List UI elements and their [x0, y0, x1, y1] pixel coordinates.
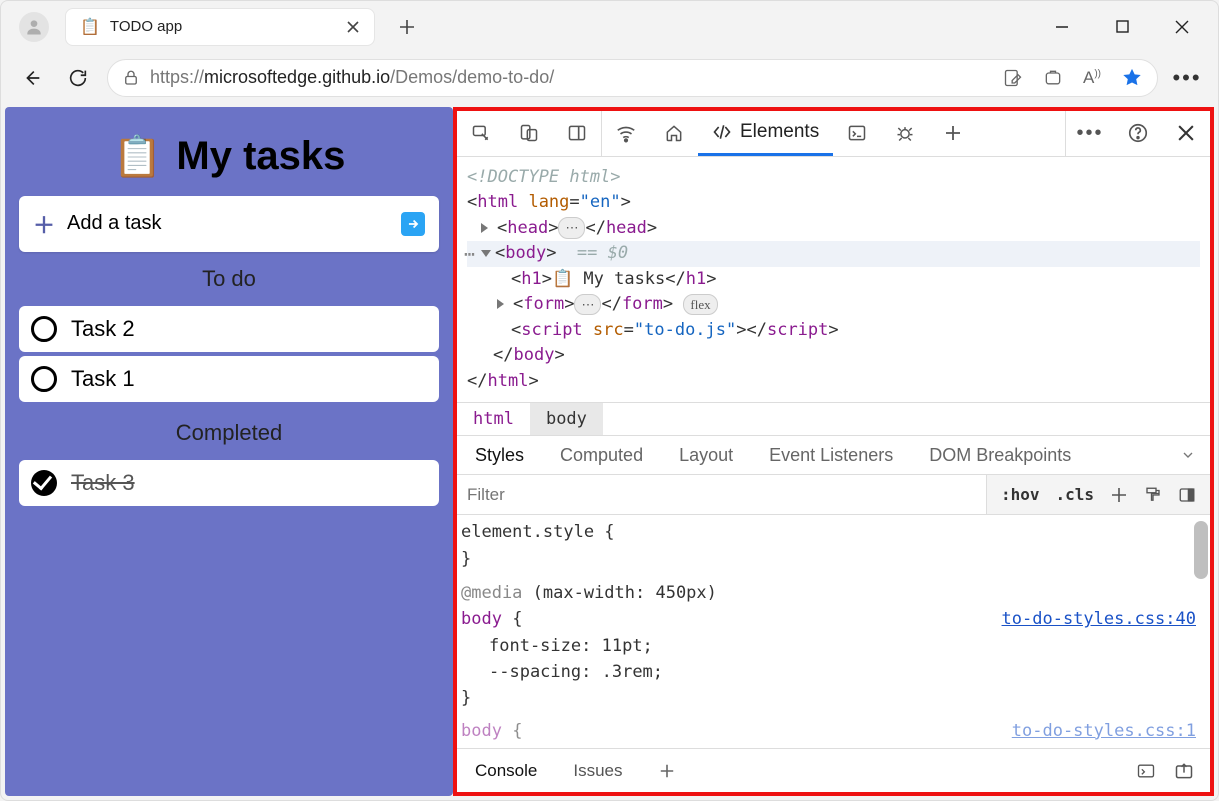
toolbar: https://microsoftedge.github.io/Demos/de…: [1, 53, 1218, 103]
issues-drawer-tab[interactable]: Issues: [555, 749, 640, 792]
help-icon[interactable]: [1114, 122, 1162, 144]
styles-filter-input[interactable]: [457, 475, 986, 514]
event-listeners-tab[interactable]: Event Listeners: [751, 436, 911, 474]
network-conditions-icon[interactable]: [602, 111, 650, 156]
activity-bar-icon[interactable]: [553, 111, 601, 156]
new-tab-button[interactable]: [389, 9, 425, 45]
address-actions: A)): [1003, 67, 1143, 89]
favorite-icon[interactable]: [1121, 67, 1143, 89]
app-title: 📋 My tasks: [19, 133, 439, 180]
layout-tab[interactable]: Layout: [661, 436, 751, 474]
close-icon[interactable]: [346, 20, 360, 34]
dom-breadcrumb: html body: [457, 402, 1210, 435]
titlebar: 📋 TODO app: [1, 1, 1218, 53]
plus-icon: ＋: [33, 208, 55, 240]
edit-page-icon[interactable]: [1003, 68, 1023, 88]
welcome-icon[interactable]: [650, 111, 698, 156]
lock-icon: [122, 69, 140, 87]
console-drawer-tab[interactable]: Console: [457, 749, 555, 792]
elements-tab[interactable]: Elements: [698, 111, 833, 156]
devtools-close-icon[interactable]: [1162, 125, 1210, 141]
devtools-tabrow: Elements •••: [457, 111, 1210, 157]
styles-tabbar: Styles Computed Layout Event Listeners D…: [457, 435, 1210, 475]
task-row[interactable]: Task 2: [19, 306, 439, 352]
computed-sidebar-icon[interactable]: [1178, 486, 1196, 504]
device-toggle-icon[interactable]: [505, 111, 553, 156]
dom-breakpoints-tab[interactable]: DOM Breakpoints: [911, 436, 1089, 474]
dom-selected-body[interactable]: <body> == $0: [467, 241, 1200, 267]
new-rule-icon[interactable]: [1110, 486, 1128, 504]
styles-filter-row: :hov .cls: [457, 475, 1210, 515]
elements-tab-label: Elements: [740, 121, 819, 143]
breadcrumb-body[interactable]: body: [530, 403, 603, 435]
todo-list: Task 2 Task 1: [19, 306, 439, 406]
browser-tab[interactable]: 📋 TODO app: [65, 8, 375, 46]
section-completed-label: Completed: [19, 420, 439, 446]
app-icon[interactable]: [1043, 68, 1063, 88]
task-row[interactable]: Task 1: [19, 356, 439, 402]
content-area: 📋 My tasks ＋ Add a task To do Task 2 Tas…: [1, 103, 1218, 800]
task-title: Task 1: [71, 366, 135, 392]
more-button[interactable]: •••: [1170, 61, 1204, 95]
task-row[interactable]: Task 3: [19, 460, 439, 506]
drawer-add-tab-icon[interactable]: [641, 749, 693, 792]
tab-title: TODO app: [110, 18, 336, 35]
console-quick-icon[interactable]: [833, 111, 881, 156]
section-todo-label: To do: [19, 266, 439, 292]
styles-tab[interactable]: Styles: [457, 436, 542, 474]
paint-format-icon[interactable]: [1144, 486, 1162, 504]
devtools-more-icon[interactable]: •••: [1066, 122, 1114, 145]
checkbox-empty-icon[interactable]: [31, 366, 57, 392]
styles-rules-pane[interactable]: element.style { } @media (max-width: 450…: [457, 515, 1210, 748]
add-task-label: Add a task: [67, 212, 162, 235]
dom-tree[interactable]: <!DOCTYPE html> <html lang="en"> <head>⋯…: [457, 157, 1210, 403]
completed-list: Task 3: [19, 460, 439, 510]
drawer-dock-icon[interactable]: [1136, 761, 1156, 781]
stylesheet-link[interactable]: to-do-styles.css:40: [1002, 606, 1196, 632]
submit-arrow-icon[interactable]: [401, 212, 425, 236]
stylesheet-link[interactable]: to-do-styles.css:1: [1012, 718, 1196, 744]
close-button[interactable]: [1172, 17, 1192, 37]
devtools-panel: Elements ••• <!DOCTYPE html> <html lang=…: [453, 107, 1214, 796]
minimize-button[interactable]: [1052, 17, 1072, 37]
styles-tools: :hov .cls: [986, 475, 1210, 514]
drawer-expand-icon[interactable]: [1174, 761, 1194, 781]
address-bar[interactable]: https://microsoftedge.github.io/Demos/de…: [107, 59, 1158, 97]
add-task-input[interactable]: ＋ Add a task: [19, 196, 439, 252]
task-title: Task 2: [71, 316, 135, 342]
tab-favicon: 📋: [80, 17, 100, 37]
todo-app: 📋 My tasks ＋ Add a task To do Task 2 Tas…: [5, 107, 453, 796]
inspect-icon[interactable]: [457, 111, 505, 156]
checkbox-checked-icon[interactable]: [31, 470, 57, 496]
refresh-button[interactable]: [61, 61, 95, 95]
sources-bug-icon[interactable]: [881, 111, 929, 156]
hov-toggle[interactable]: :hov: [1001, 485, 1040, 504]
maximize-button[interactable]: [1112, 17, 1132, 37]
computed-tab[interactable]: Computed: [542, 436, 661, 474]
clipboard-icon: 📋: [113, 133, 163, 180]
scrollbar-thumb[interactable]: [1194, 521, 1208, 579]
window-controls: [1052, 17, 1210, 37]
cls-toggle[interactable]: .cls: [1055, 485, 1094, 504]
checkbox-empty-icon[interactable]: [31, 316, 57, 342]
read-aloud-icon[interactable]: A)): [1083, 68, 1101, 88]
breadcrumb-html[interactable]: html: [457, 403, 530, 435]
profile-avatar[interactable]: [19, 12, 49, 42]
tab-strip: 📋 TODO app: [65, 8, 425, 46]
chevron-down-icon[interactable]: [1166, 436, 1210, 474]
more-tabs-plus-icon[interactable]: [929, 111, 977, 156]
devtools-drawer: Console Issues: [457, 748, 1210, 792]
browser-window: 📋 TODO app https://microsoftedge.github.…: [0, 0, 1219, 801]
task-title: Task 3: [71, 470, 135, 496]
back-button[interactable]: [15, 61, 49, 95]
url-text: https://microsoftedge.github.io/Demos/de…: [150, 67, 554, 88]
